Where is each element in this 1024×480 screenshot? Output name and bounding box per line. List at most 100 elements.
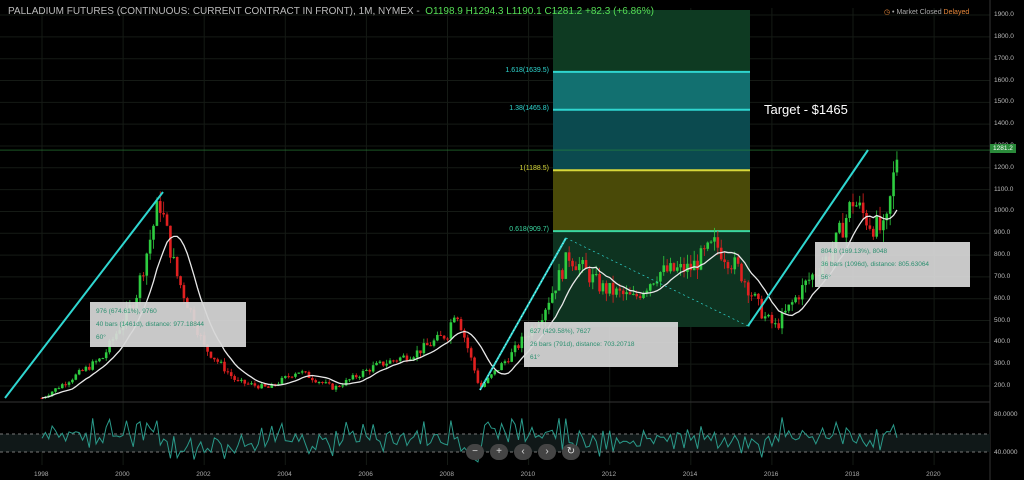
candle [851,202,855,207]
candle [598,274,601,292]
candle [304,371,307,373]
y-axis-label: 600.0 [994,294,1011,302]
candle [179,276,182,286]
candle [294,373,297,377]
scroll-left-button[interactable]: ‹ [514,444,532,460]
candle [395,360,399,362]
y-axis-label: 1000.0 [994,207,1014,215]
candle [324,382,328,384]
candle [726,262,730,269]
candle [84,366,88,371]
candle [577,264,581,271]
target-annotation[interactable]: Target - $1465 [764,102,848,117]
candle [557,270,561,291]
x-axis-label: 2000 [115,471,130,478]
candle [635,293,639,297]
candle [436,334,439,341]
candle [236,379,240,381]
x-axis-label: 2004 [277,471,292,478]
fib-level-label: 0.618(909.7) [509,226,549,234]
fib-level-label: 1.618(1639.5) [505,66,549,74]
candle [358,376,361,378]
candle [517,345,520,349]
candle [155,201,159,226]
candle [895,159,899,173]
measure-bars: 26 bars (791d), distance: 703.20718 [530,341,635,348]
scroll-right-button[interactable]: › [538,444,556,460]
candle [503,361,507,364]
candle [422,343,426,354]
ohlc-high: H1294.3 [465,6,504,17]
candle [81,370,84,372]
candle [402,355,405,358]
candle [865,213,868,226]
candle [740,263,743,282]
fib-zone [553,10,750,72]
candle [787,304,791,311]
symbol-title[interactable]: PALLADIUM FUTURES (CONTINUOUS: CURRENT C… [8,6,414,17]
candle [875,216,878,237]
measure-box-3[interactable]: 804.8 (169.13%), 8048 36 bars (1096d), d… [815,242,970,287]
candle [334,385,338,390]
candle [882,220,885,231]
candle [341,385,345,387]
measure-price: 627 (429.58%), 7627 [530,328,591,335]
candle [564,252,568,279]
last-price-tag: 1281.2 [990,144,1016,153]
osc-label-40: 40.0000 [994,449,1018,456]
candle [405,355,409,361]
candle [142,275,145,277]
candle [327,382,331,384]
clock-icon: ◷ [884,9,891,16]
x-axis-label: 2014 [682,471,698,478]
candle [703,248,706,250]
measure-bars: 36 bars (1096d), distance: 805.63064 [821,261,930,268]
y-axis-label: 1100.0 [994,185,1014,193]
candle [64,384,67,386]
ohlc-change: +82.3 (+6.86%) [585,6,654,17]
candle [385,363,388,366]
measure-box-2[interactable]: 627 (429.58%), 7627 26 bars (791d), dist… [524,322,678,367]
measure-angle: 61° [530,354,540,361]
fib-level-label: 1.38(1465.8) [509,104,549,112]
candle [861,202,865,214]
candle [567,252,571,261]
candle [243,379,247,384]
candle [442,335,446,339]
x-axis-label: 2020 [926,471,941,478]
chart-navigation: − + ‹ › ↻ [466,444,580,460]
candle [260,384,263,389]
candle [60,384,64,389]
y-axis-label: 1900.0 [994,11,1014,19]
candle [659,272,662,282]
candle [784,310,787,313]
candle [878,216,882,231]
x-axis-label: 1998 [34,471,49,478]
candle [287,376,290,378]
candle [807,279,811,281]
zoom-out-button[interactable]: − [466,444,484,460]
x-axis-label: 2002 [196,471,211,478]
candle [773,323,777,325]
candle [67,382,71,385]
candle [544,309,547,321]
candle [848,202,851,219]
candle [706,242,709,249]
candle [388,360,392,364]
candle [625,292,628,295]
candle [746,282,750,296]
measure-box-1[interactable]: 976 (674.61%), 9760 40 bars (1461d), dis… [90,302,246,347]
candle [594,274,598,276]
reset-button[interactable]: ↻ [562,444,580,460]
candle [838,222,841,233]
y-axis-label: 200.0 [994,382,1011,389]
candle [507,361,510,363]
candle [493,370,497,375]
candle [449,322,453,339]
candle [490,374,493,378]
chart-header: PALLADIUM FUTURES (CONTINUOUS: CURRENT C… [8,6,654,17]
candle [459,319,463,331]
candle [804,280,807,286]
candle [412,357,416,360]
zoom-in-button[interactable]: + [490,444,508,460]
